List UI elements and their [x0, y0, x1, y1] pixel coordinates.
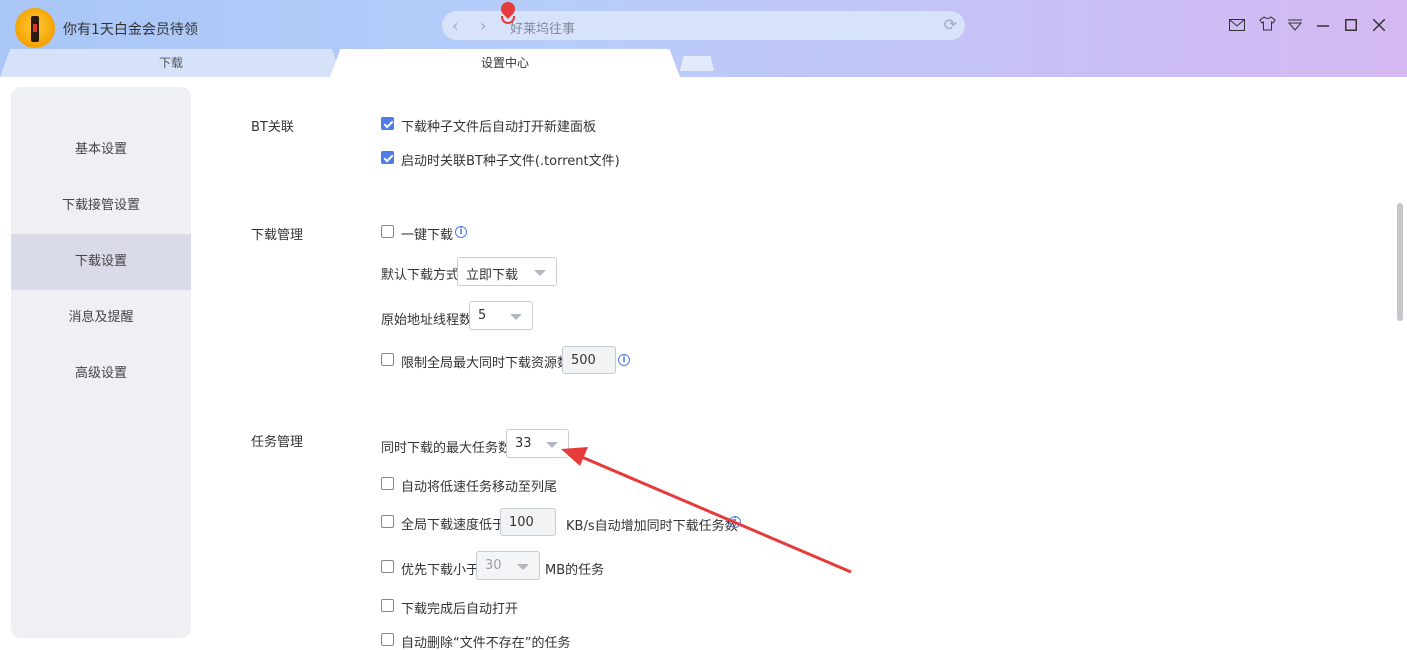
default-mode-label: 默认下载方式 — [381, 268, 460, 283]
threads-select[interactable]: 5 — [469, 301, 533, 330]
scrollbar-thumb[interactable] — [1397, 203, 1403, 321]
threads-value: 5 — [478, 308, 487, 323]
chevron-down-icon — [517, 564, 529, 570]
one-click-download-label: 一键下载 — [401, 228, 454, 243]
section-title-task-mgmt: 任务管理 — [251, 435, 304, 450]
settings-sidebar: 基本设置 下载接管设置 下载设置 消息及提醒 高级设置 — [11, 87, 191, 638]
title-bar: 你有1天白金会员待领 ‹ › 好莱坞往事 ⟳ 下载 设置中心 — [0, 0, 1407, 77]
sidebar-item-basic[interactable]: 基本设置 — [11, 122, 191, 178]
sidebar-item-advanced[interactable]: 高级设置 — [11, 346, 191, 402]
speed-below-label: 全局下载速度低于 — [401, 518, 506, 533]
auto-delete-missing-label: 自动删除“文件不存在”的任务 — [401, 636, 571, 650]
skin-shirt-icon[interactable] — [1257, 16, 1277, 36]
forward-arrow-icon[interactable]: › — [480, 16, 486, 35]
associate-torrent-checkbox[interactable] — [381, 151, 394, 164]
speed-below-value: 100 — [509, 515, 534, 530]
minimize-icon[interactable] — [1313, 16, 1333, 36]
one-click-download-checkbox[interactable] — [381, 225, 394, 238]
priority-small-select[interactable]: 30 — [476, 551, 540, 580]
move-slow-checkbox[interactable] — [381, 477, 394, 490]
priority-small-value: 30 — [485, 558, 502, 573]
auto-open-complete-label: 下载完成后自动打开 — [401, 602, 519, 617]
speed-below-input[interactable]: 100 — [500, 508, 556, 536]
speed-below-checkbox[interactable] — [381, 515, 394, 528]
chevron-down-icon — [534, 270, 546, 276]
close-icon[interactable] — [1369, 16, 1389, 36]
max-tasks-label: 同时下载的最大任务数 — [381, 441, 512, 456]
auto-open-panel-label: 下载种子文件后自动打开新建面板 — [401, 120, 597, 135]
priority-small-checkbox[interactable] — [381, 560, 394, 573]
max-tasks-value: 33 — [515, 436, 532, 451]
move-slow-label: 自动将低速任务移动至列尾 — [401, 480, 558, 495]
max-tasks-select[interactable]: 33 — [506, 429, 569, 458]
default-mode-select[interactable]: 立即下载 — [457, 257, 557, 286]
auto-open-panel-checkbox[interactable] — [381, 117, 394, 130]
auto-open-complete-checkbox[interactable] — [381, 599, 394, 612]
info-icon[interactable]: i — [618, 354, 630, 366]
info-icon[interactable]: i — [455, 226, 467, 238]
info-icon[interactable]: i — [729, 516, 741, 528]
refresh-icon[interactable]: ⟳ — [944, 15, 957, 34]
back-arrow-icon[interactable]: ‹ — [452, 16, 458, 35]
menu-dropdown-icon[interactable] — [1285, 16, 1305, 36]
limit-sources-checkbox[interactable] — [381, 353, 394, 366]
default-mode-value: 立即下载 — [466, 268, 519, 283]
priority-small-suffix: MB的任务 — [545, 563, 605, 578]
chevron-down-icon — [510, 314, 522, 320]
section-title-download-mgmt: 下载管理 — [251, 228, 304, 243]
annotation-arrow-icon — [561, 447, 852, 574]
limit-sources-label: 限制全局最大同时下载资源数 — [401, 356, 571, 371]
auto-delete-missing-checkbox[interactable] — [381, 633, 394, 646]
new-tab-button[interactable] — [680, 56, 714, 71]
address-text[interactable]: 好莱坞往事 — [510, 18, 575, 37]
associate-torrent-label: 启动时关联BT种子文件(.torrent文件) — [401, 154, 620, 169]
sidebar-item-takeover[interactable]: 下载接管设置 — [11, 178, 191, 234]
priority-small-label: 优先下载小于 — [401, 563, 480, 578]
chevron-down-icon — [546, 442, 558, 448]
threads-label: 原始地址线程数 — [381, 313, 473, 328]
limit-sources-value: 500 — [571, 353, 596, 368]
tab-download[interactable]: 下载 — [0, 49, 342, 77]
limit-sources-input[interactable]: 500 — [562, 346, 616, 374]
mail-icon[interactable] — [1227, 16, 1247, 36]
sidebar-item-download[interactable]: 下载设置 — [11, 234, 191, 290]
tab-settings-center[interactable]: 设置中心 — [330, 49, 680, 77]
user-avatar[interactable] — [15, 8, 55, 48]
vip-promo-text[interactable]: 你有1天白金会员待领 — [63, 19, 198, 39]
section-title-bt: BT关联 — [251, 120, 294, 135]
speed-below-suffix: KB/s自动增加同时下载任务数 — [566, 519, 738, 534]
maximize-icon[interactable] — [1341, 16, 1361, 36]
sidebar-item-notifications[interactable]: 消息及提醒 — [11, 290, 191, 346]
address-bar[interactable]: ‹ › 好莱坞往事 ⟳ — [442, 11, 965, 40]
